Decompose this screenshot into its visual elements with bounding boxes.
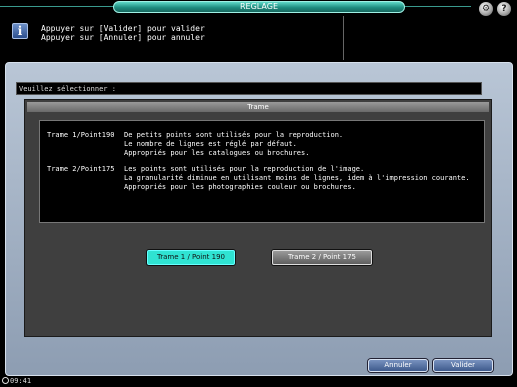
selection-dialog: Veuillez sélectionner : Trame Trame 1/Po… — [5, 62, 513, 376]
option1-info-line: Le nombre de lignes est réglé par défaut… — [124, 140, 297, 148]
settings-icon[interactable]: ⚙ — [479, 2, 493, 16]
option2-info-line: La granularité diminue en utilisant moin… — [124, 174, 470, 182]
screen-panel: Trame Trame 1/Point190 De petits points … — [24, 99, 492, 337]
cancel-button[interactable]: Annuler — [368, 359, 428, 372]
option2-info-line: Les points sont utilisés pour la reprodu… — [124, 165, 365, 173]
title-line-left — [0, 6, 113, 7]
screen-title: REGLAGE — [113, 1, 405, 13]
info-icon: i — [12, 23, 28, 39]
message-line-2: Appuyer sur [Annuler] pour annuler — [41, 33, 205, 42]
title-line-right — [405, 6, 471, 7]
status-clock: 09:41 — [2, 377, 31, 386]
ok-button[interactable]: Valider — [433, 359, 493, 372]
option1-info-line: Appropriés pour les catalogues ou brochu… — [124, 149, 310, 157]
option2-info-label: Trame 2/Point175 — [47, 165, 115, 173]
top-bar: REGLAGE ⚙ ? i Appuyer sur [Valider] pour… — [0, 0, 517, 60]
option1-info-line: De petits points sont utilisés pour la r… — [124, 131, 344, 139]
trame2-point175-button[interactable]: Trame 2 / Point 175 — [272, 250, 372, 265]
description-box: Trame 1/Point190 De petits points sont u… — [39, 120, 485, 223]
prompt-text: Veuillez sélectionner : — [16, 82, 482, 95]
option1-info-label: Trame 1/Point190 — [47, 131, 115, 139]
help-icon[interactable]: ? — [497, 2, 511, 16]
clock-icon — [2, 377, 9, 384]
panel-title: Trame — [27, 102, 489, 112]
header-divider — [343, 16, 344, 60]
option2-info-line: Appropriés pour les photographies couleu… — [124, 183, 356, 191]
clock-time: 09:41 — [10, 377, 32, 385]
trame1-point190-button[interactable]: Trame 1 / Point 190 — [147, 250, 235, 265]
